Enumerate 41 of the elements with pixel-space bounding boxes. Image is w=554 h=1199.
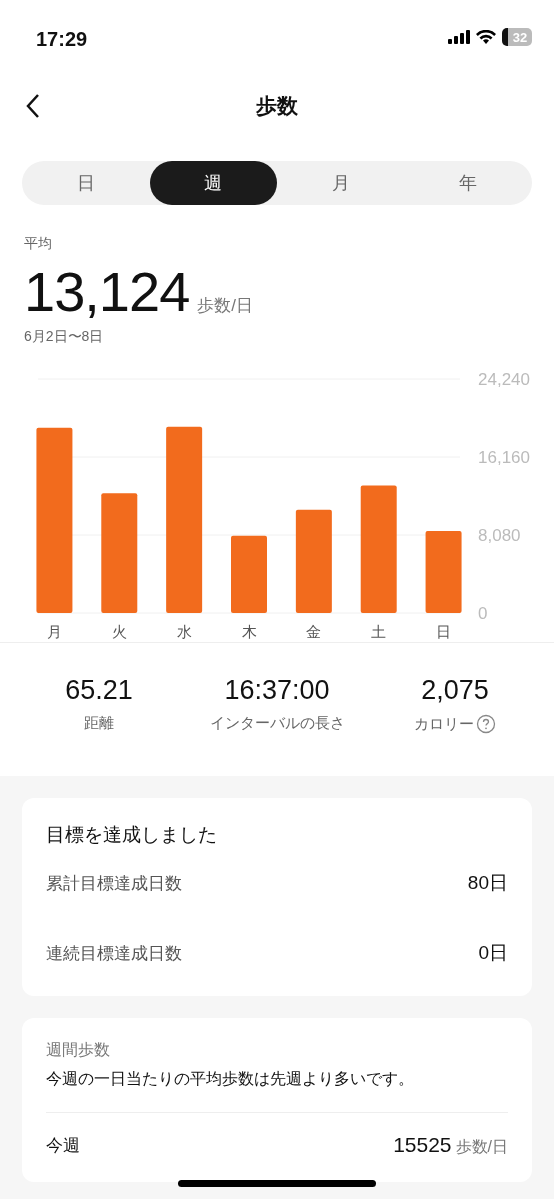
signal-icon [448, 30, 470, 44]
row-value: 0日 [478, 941, 508, 965]
axis-tick-label: 16,160 [478, 448, 530, 467]
stat-value: 16:37:00 [224, 675, 330, 706]
stat-label: インターバルの長さ [209, 714, 345, 733]
period-tab[interactable]: 月 [277, 161, 405, 205]
wifi-icon [476, 30, 496, 44]
stat-value: 65.21 [65, 675, 133, 706]
average-value: 13,124 [24, 259, 190, 324]
unit-label: 歩数/日 [455, 1138, 508, 1155]
stat-label: カロリー [414, 714, 496, 734]
card-title: 週間歩数 [46, 1040, 111, 1060]
battery-level: 32 [502, 28, 532, 46]
row-label: 累計目標達成日数 [46, 872, 182, 895]
day-label: 日 [436, 623, 452, 640]
period-tab[interactable]: 日 [22, 161, 150, 205]
help-icon[interactable] [476, 714, 496, 734]
page-title: 歩数 [256, 93, 298, 119]
day-label: 月 [46, 623, 62, 640]
status-time: 17:29 [36, 28, 88, 51]
day-label: 金 [306, 623, 322, 640]
unit-label: 歩数/日 [197, 295, 253, 317]
period-tab[interactable]: 年 [404, 161, 532, 205]
axis-tick-label: 0 [478, 604, 488, 623]
row-label: 連続目標達成日数 [46, 942, 182, 965]
average-label: 平均 [24, 235, 53, 253]
period-tab[interactable]: 週 [149, 161, 277, 205]
day-label: 火 [111, 623, 127, 640]
day-label: 土 [371, 623, 387, 640]
day-label: 水 [176, 623, 192, 640]
card-message: 今週の一日当たりの平均歩数は先週より多いです。 [46, 1069, 415, 1089]
axis-tick-label: 24,240 [478, 370, 530, 389]
stat-value: 2,075 [421, 675, 489, 706]
weekly-value: 15525 [393, 1133, 452, 1156]
card-title: 目標を達成しました [46, 823, 218, 847]
row-label: 今週 [46, 1135, 80, 1157]
row-value: 80日 [467, 871, 508, 895]
date-range: 6月2日〜8日 [24, 328, 105, 346]
day-label: 木 [241, 623, 257, 640]
stat-label: 距離 [84, 714, 114, 733]
axis-tick-label: 8,080 [478, 526, 521, 545]
